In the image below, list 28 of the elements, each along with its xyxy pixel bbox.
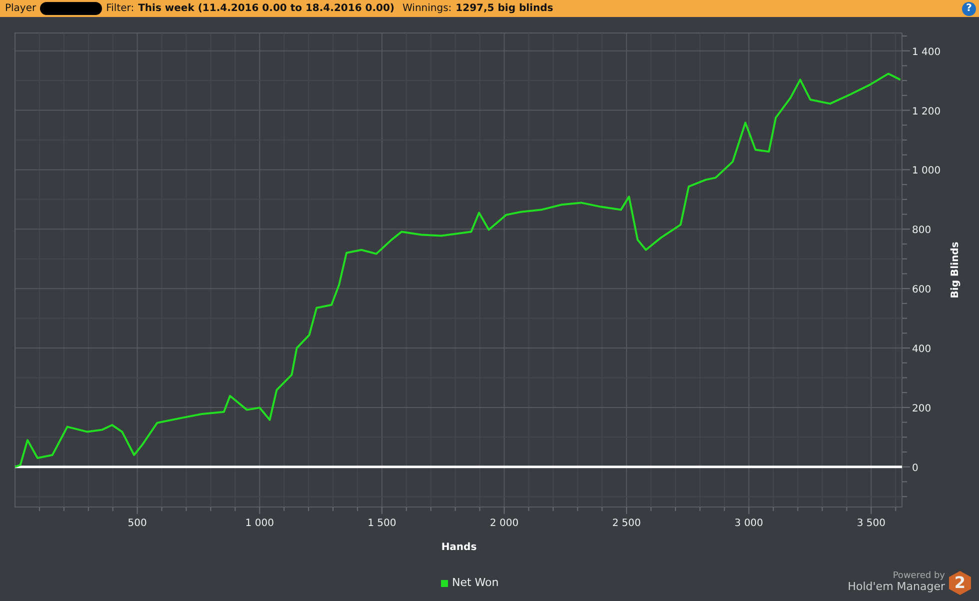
help-icon[interactable]: ? — [962, 2, 976, 16]
y-tick-label: 1 000 — [912, 166, 941, 177]
y-tick-label: 1 200 — [912, 106, 941, 118]
winnings-label: Winnings: — [402, 2, 452, 16]
y-tick-label: 0 — [912, 462, 918, 474]
filter-label: Filter: — [106, 2, 134, 16]
x-tick-label: 3 500 — [856, 518, 886, 529]
x-tick-label: 1 500 — [368, 518, 396, 529]
legend-label: Net Won — [452, 574, 499, 591]
logo-badge: 2 — [949, 571, 971, 595]
player-label: Player — [5, 2, 36, 16]
x-tick-label: 1 000 — [245, 518, 274, 529]
x-tick-label: 2 500 — [612, 518, 641, 529]
powered-by-text: Powered by — [892, 572, 945, 582]
x-tick-label: 2 000 — [490, 518, 519, 529]
product-name: Hold'em Manager — [848, 581, 945, 594]
y-tick-label: 1 400 — [912, 46, 941, 58]
redaction-mark — [40, 2, 102, 15]
y-tick-label: 200 — [912, 403, 932, 414]
x-tick-label: 500 — [128, 518, 147, 529]
y-axis-title: Big Blinds — [950, 242, 961, 298]
x-tick-label: 3 000 — [734, 518, 764, 529]
y-tick-label: 400 — [912, 344, 932, 355]
x-axis-title: Hands — [441, 542, 477, 553]
winnings-value: 1297,5 big blinds — [456, 2, 554, 16]
filter-value: This week (11.4.2016 0.00 to 18.4.2016 0.00) — [138, 2, 394, 16]
y-tick-label: 600 — [912, 284, 932, 296]
y-tick-label: 800 — [912, 225, 932, 236]
